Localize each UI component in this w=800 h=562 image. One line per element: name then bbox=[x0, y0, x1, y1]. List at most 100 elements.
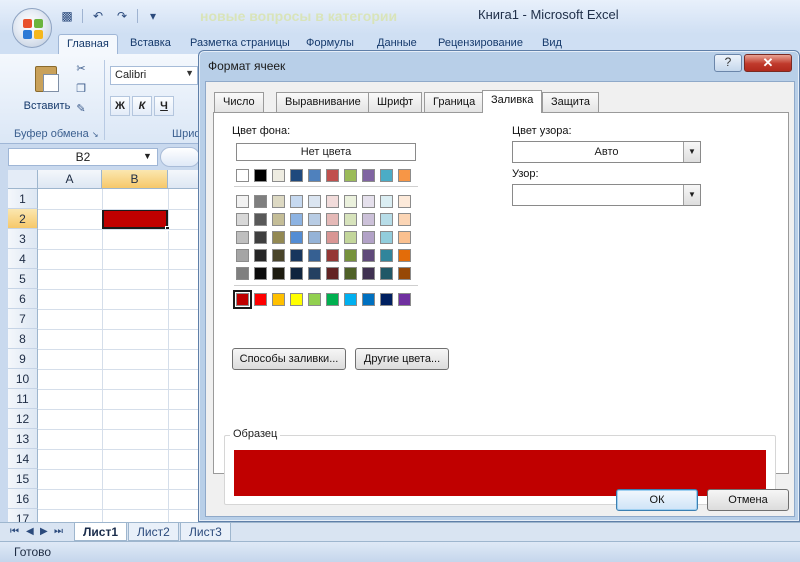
theme-tint-swatch[interactable] bbox=[380, 249, 393, 262]
row-header[interactable]: 4 bbox=[8, 249, 38, 269]
row-header[interactable]: 13 bbox=[8, 429, 38, 449]
theme-tint-swatch[interactable] bbox=[272, 231, 285, 244]
theme-tint-swatch[interactable] bbox=[308, 195, 321, 208]
ok-button[interactable]: ОК bbox=[616, 489, 698, 511]
theme-tint-swatch[interactable] bbox=[236, 249, 249, 262]
standard-color-swatch[interactable] bbox=[233, 290, 252, 309]
sheet-tab-2[interactable]: Лист2 bbox=[128, 523, 179, 541]
no-color-button[interactable]: Нет цвета bbox=[236, 143, 416, 161]
theme-tint-swatch[interactable] bbox=[236, 267, 249, 280]
theme-tint-swatch[interactable] bbox=[236, 231, 249, 244]
help-button[interactable]: ? bbox=[714, 54, 742, 72]
theme-tint-swatch[interactable] bbox=[398, 267, 411, 280]
ribbon-tab-view[interactable]: Вид bbox=[542, 37, 562, 49]
theme-tint-swatch[interactable] bbox=[308, 249, 321, 262]
theme-tint-swatch[interactable] bbox=[272, 267, 285, 280]
theme-tint-swatch[interactable] bbox=[254, 267, 267, 280]
fill-effects-button[interactable]: Способы заливки... bbox=[232, 348, 346, 370]
row-header[interactable]: 16 bbox=[8, 489, 38, 509]
theme-color-swatch[interactable] bbox=[272, 169, 285, 182]
pattern-style-select[interactable]: ▼ bbox=[512, 184, 701, 206]
row-header[interactable]: 2 bbox=[8, 209, 38, 229]
theme-color-swatch[interactable] bbox=[308, 169, 321, 182]
ribbon-tab-insert[interactable]: Вставка bbox=[130, 37, 171, 49]
name-box[interactable]: B2 bbox=[8, 148, 158, 166]
row-header[interactable]: 1 bbox=[8, 189, 38, 209]
tab-font[interactable]: Шрифт bbox=[368, 92, 423, 112]
theme-tint-swatch[interactable] bbox=[272, 195, 285, 208]
theme-tint-swatch[interactable] bbox=[308, 231, 321, 244]
tab-protection[interactable]: Защита bbox=[542, 92, 599, 112]
theme-tint-swatch[interactable] bbox=[398, 231, 411, 244]
theme-color-swatch[interactable] bbox=[362, 169, 375, 182]
theme-tint-swatch[interactable] bbox=[344, 249, 357, 262]
italic-button[interactable]: К bbox=[132, 96, 152, 116]
worksheet-grid[interactable]: A B 1 2 3 4 5 6 7 8 9 10 11 12 13 14 15 16 17 bbox=[8, 170, 208, 522]
office-button[interactable] bbox=[12, 8, 52, 48]
row-header[interactable]: 8 bbox=[8, 329, 38, 349]
theme-tint-swatch[interactable] bbox=[290, 195, 303, 208]
theme-tint-swatch[interactable] bbox=[398, 249, 411, 262]
standard-color-swatch[interactable] bbox=[326, 293, 339, 306]
row-header[interactable]: 5 bbox=[8, 269, 38, 289]
theme-color-swatch[interactable] bbox=[236, 169, 249, 182]
prev-sheet-icon[interactable]: ◀ bbox=[26, 526, 34, 537]
last-sheet-icon[interactable]: ⏭ bbox=[54, 526, 63, 537]
theme-color-swatch[interactable] bbox=[254, 169, 267, 182]
theme-tint-swatch[interactable] bbox=[236, 213, 249, 226]
standard-color-swatch[interactable] bbox=[362, 293, 375, 306]
theme-tint-swatch[interactable] bbox=[380, 213, 393, 226]
row-header[interactable]: 15 bbox=[8, 469, 38, 489]
theme-tint-swatch[interactable] bbox=[308, 213, 321, 226]
theme-tint-swatch[interactable] bbox=[290, 267, 303, 280]
standard-color-swatch[interactable] bbox=[380, 293, 393, 306]
theme-tint-swatch[interactable] bbox=[380, 267, 393, 280]
pattern-color-select[interactable]: Авто ▼ bbox=[512, 141, 701, 163]
column-header-b[interactable]: B bbox=[102, 170, 168, 189]
cut-icon[interactable]: ✂ bbox=[74, 62, 88, 76]
row-header[interactable]: 14 bbox=[8, 449, 38, 469]
theme-tint-swatch[interactable] bbox=[254, 195, 267, 208]
theme-tint-swatch[interactable] bbox=[308, 267, 321, 280]
theme-tint-swatch[interactable] bbox=[398, 195, 411, 208]
column-header-a[interactable]: A bbox=[38, 170, 102, 189]
theme-tint-swatch[interactable] bbox=[380, 195, 393, 208]
sheet-tab-1[interactable]: Лист1 bbox=[74, 523, 128, 541]
select-all-corner[interactable] bbox=[8, 170, 38, 189]
theme-tint-swatch[interactable] bbox=[290, 213, 303, 226]
standard-color-swatch[interactable] bbox=[290, 293, 303, 306]
theme-tint-swatch[interactable] bbox=[344, 213, 357, 226]
font-name-select[interactable]: Calibri ▼ bbox=[110, 66, 198, 85]
row-header[interactable]: 9 bbox=[8, 349, 38, 369]
theme-tint-swatch[interactable] bbox=[398, 213, 411, 226]
formula-bar-expander[interactable] bbox=[160, 147, 200, 167]
standard-color-swatch[interactable] bbox=[272, 293, 285, 306]
theme-color-swatch[interactable] bbox=[290, 169, 303, 182]
row-header[interactable]: 6 bbox=[8, 289, 38, 309]
theme-tint-swatch[interactable] bbox=[362, 249, 375, 262]
first-sheet-icon[interactable]: ⏮ bbox=[10, 526, 19, 537]
ribbon-tab-home[interactable]: Главная bbox=[58, 34, 118, 55]
theme-color-swatch[interactable] bbox=[380, 169, 393, 182]
row-header[interactable]: 10 bbox=[8, 369, 38, 389]
theme-color-swatch[interactable] bbox=[326, 169, 339, 182]
theme-tint-swatch[interactable] bbox=[326, 231, 339, 244]
theme-color-swatch[interactable] bbox=[344, 169, 357, 182]
underline-button[interactable]: Ч bbox=[154, 96, 174, 116]
redo-icon[interactable]: ↷ bbox=[113, 8, 131, 24]
standard-color-swatch[interactable] bbox=[308, 293, 321, 306]
format-painter-icon[interactable]: ✎ bbox=[74, 102, 88, 116]
sheet-tab-3[interactable]: Лист3 bbox=[180, 523, 231, 541]
theme-tint-swatch[interactable] bbox=[344, 195, 357, 208]
theme-tint-swatch[interactable] bbox=[326, 195, 339, 208]
customize-qat-icon[interactable]: ▾ bbox=[144, 8, 162, 24]
standard-color-swatch[interactable] bbox=[254, 293, 267, 306]
ribbon-tab-formulas[interactable]: Формулы bbox=[306, 37, 354, 49]
dialog-launcher-icon[interactable]: ↘ bbox=[92, 130, 99, 139]
ribbon-tab-data[interactable]: Данные bbox=[377, 37, 417, 49]
copy-icon[interactable]: ❐ bbox=[74, 82, 88, 96]
theme-tint-swatch[interactable] bbox=[254, 213, 267, 226]
undo-icon[interactable]: ↶ bbox=[89, 8, 107, 24]
tab-number[interactable]: Число bbox=[214, 92, 264, 112]
theme-tint-swatch[interactable] bbox=[326, 249, 339, 262]
